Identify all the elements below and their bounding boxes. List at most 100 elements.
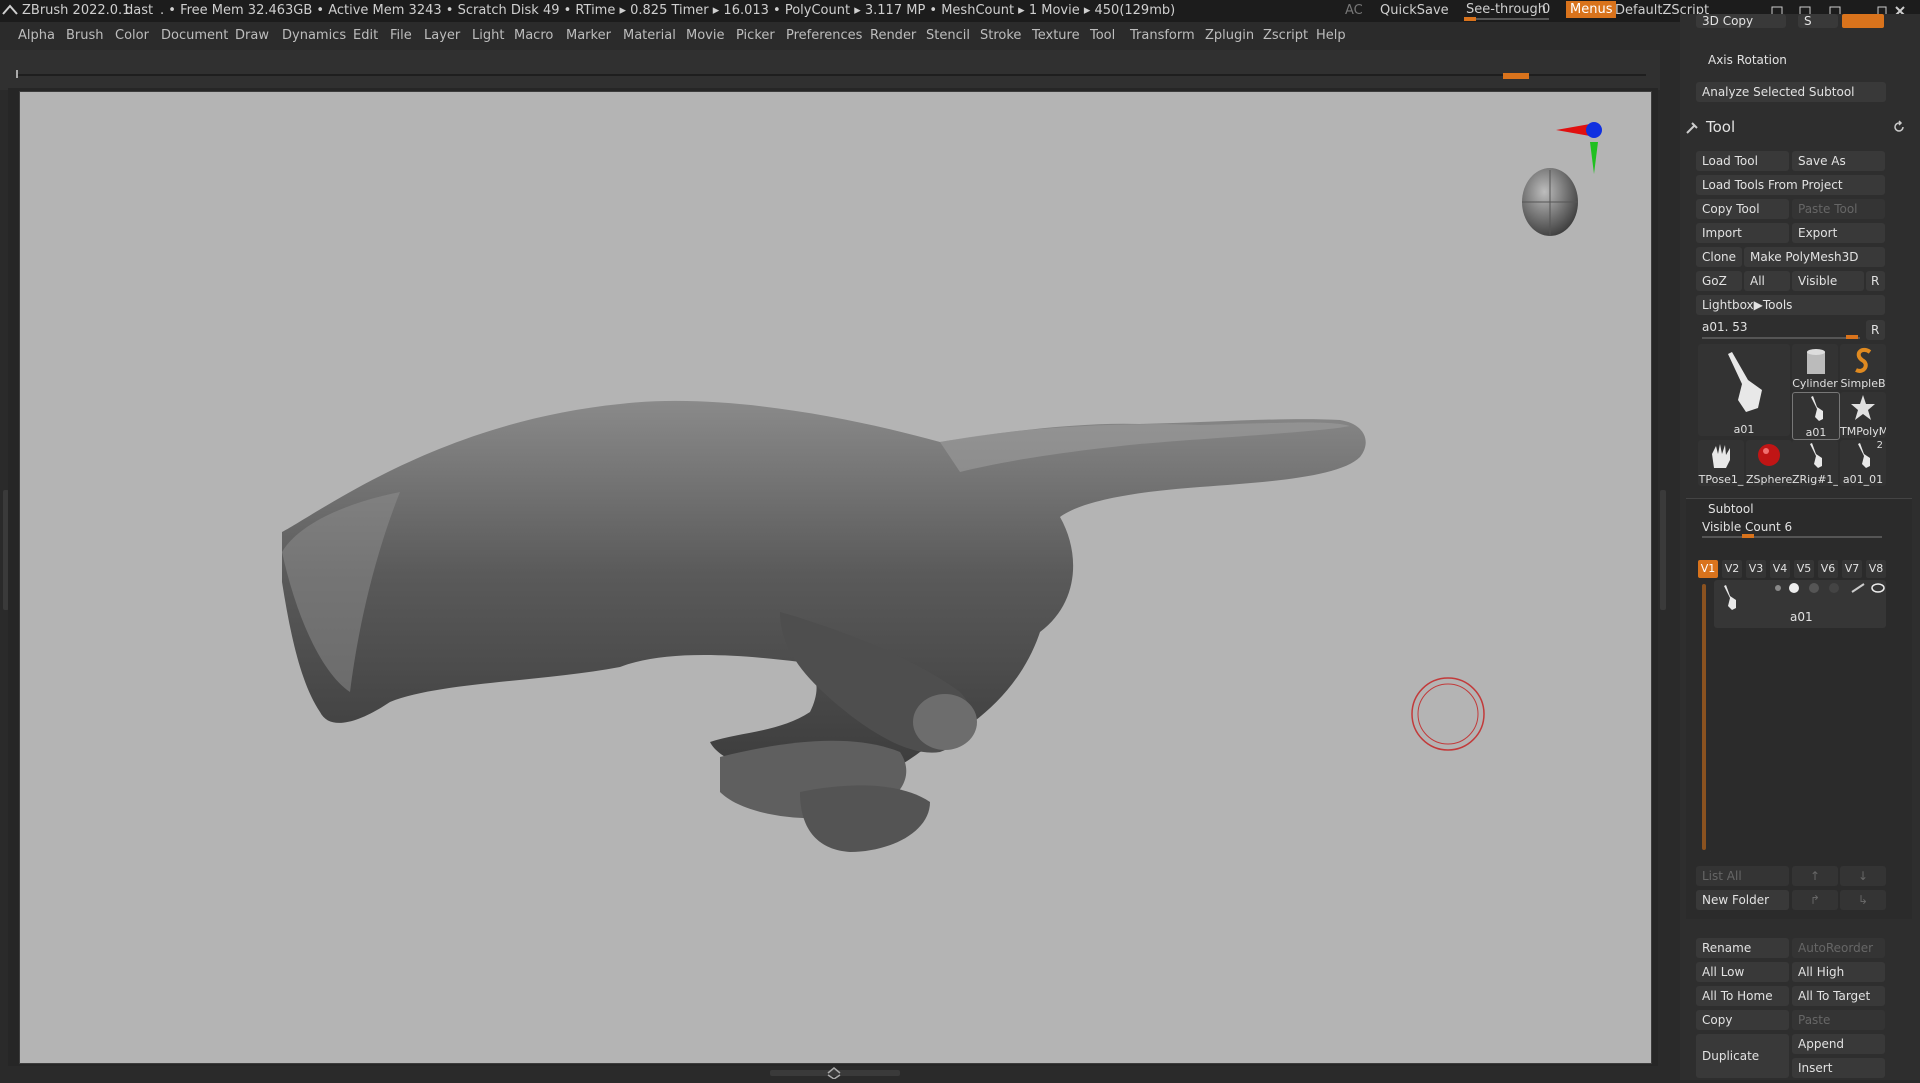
list-all-button[interactable]: List All [1696,866,1789,886]
subtool-toggle-icons[interactable] [1768,582,1886,594]
goz-r-button[interactable]: R [1866,271,1885,291]
clone-button[interactable]: Clone [1696,247,1742,267]
timeline-track[interactable] [16,74,1646,76]
tool-thumb-a01-small[interactable]: a01 [1792,392,1840,440]
menu-draw[interactable]: Draw [235,28,269,43]
vset-v8-button[interactable]: V8 [1866,560,1886,578]
autoreorder-button[interactable]: AutoReorder [1792,938,1885,958]
tool-thumb-zsphere[interactable]: ZSphere [1746,440,1792,486]
vset-v4-button[interactable]: V4 [1770,560,1790,578]
menu-stencil[interactable]: Stencil [926,28,970,43]
tool-thumb-a01-large[interactable]: a01 [1698,344,1790,436]
3d-copy-value[interactable]: S [1798,14,1838,28]
load-tool-button[interactable]: Load Tool [1696,151,1789,171]
save-as-button[interactable]: Save As [1792,151,1885,171]
menu-render[interactable]: Render [870,28,916,43]
menu-picker[interactable]: Picker [736,28,775,43]
all-to-target-button[interactable]: All To Target [1792,986,1885,1006]
all-high-button[interactable]: All High [1792,962,1885,982]
analyze-subtool-button[interactable]: Analyze Selected Subtool [1696,82,1886,102]
menu-marker[interactable]: Marker [566,28,611,43]
visible-count-slider[interactable]: Visible Count 6 [1696,518,1886,538]
vset-v6-button[interactable]: V6 [1818,560,1838,578]
menu-edit[interactable]: Edit [353,28,378,43]
menu-alpha[interactable]: Alpha [18,28,55,43]
subtool-list-scrollbar[interactable] [1702,584,1706,850]
see-through-slider[interactable]: See-through 0 [1462,0,1554,22]
tool-thumb-cylinder[interactable]: Cylinder [1792,344,1838,390]
reset-icon[interactable] [1892,120,1906,134]
document-canvas[interactable] [19,91,1652,1064]
chevron-up-down-icon[interactable] [824,1067,844,1080]
menu-material[interactable]: Material [623,28,676,43]
tool-header[interactable]: Tool [1680,114,1920,142]
menu-dynamics[interactable]: Dynamics [282,28,346,43]
goz-all-button[interactable]: All [1744,271,1790,291]
menu-transform[interactable]: Transform [1130,28,1195,43]
axis-rotation-label[interactable]: Axis Rotation [1708,53,1787,67]
goz-button[interactable]: GoZ [1696,271,1742,291]
timeline-marker-start [16,70,18,78]
menu-zplugin[interactable]: Zplugin [1205,28,1254,43]
folder-move-button[interactable]: ↱ [1792,890,1838,910]
goz-visible-button[interactable]: Visible [1792,271,1864,291]
folder-out-button[interactable]: ↳ [1840,890,1886,910]
subtool-title[interactable]: Subtool [1708,502,1754,516]
menu-movie[interactable]: Movie [686,28,724,43]
all-to-home-button[interactable]: All To Home [1696,986,1789,1006]
tool-slider-r-button[interactable]: R [1866,320,1885,340]
menu-texture[interactable]: Texture [1032,28,1080,43]
vset-v7-button[interactable]: V7 [1842,560,1862,578]
tool-thumb-badge: 2 [1876,440,1883,451]
timeline-marker[interactable] [1503,73,1529,79]
make-polymesh3d-button[interactable]: Make PolyMesh3D [1744,247,1885,267]
menu-preferences[interactable]: Preferences [786,28,862,43]
menu-help[interactable]: Help [1316,28,1346,43]
rename-button[interactable]: Rename [1696,938,1789,958]
vset-v1-button[interactable]: V1 [1698,560,1718,578]
menu-layer[interactable]: Layer [424,28,460,43]
menu-stroke[interactable]: Stroke [980,28,1021,43]
quicksave-button[interactable]: QuickSave [1380,3,1449,18]
menu-macro[interactable]: Macro [514,28,553,43]
menu-zscript[interactable]: Zscript [1263,28,1308,43]
paste-tool-button[interactable]: Paste Tool [1792,199,1885,219]
hand-model[interactable] [20,92,1651,1063]
subtool-list-item[interactable]: a01 [1714,580,1886,628]
vset-v5-button[interactable]: V5 [1794,560,1814,578]
tool-thumb-tpose[interactable]: TPose1_ [1698,440,1744,486]
tool-slider[interactable]: a01. 53 [1696,318,1861,340]
insert-button[interactable]: Insert [1792,1058,1885,1078]
append-button[interactable]: Append [1792,1034,1885,1054]
menu-tool[interactable]: Tool [1090,28,1115,43]
ac-label[interactable]: AC [1345,3,1363,18]
menu-color[interactable]: Color [115,28,149,43]
all-low-button[interactable]: All Low [1696,962,1789,982]
menu-brush[interactable]: Brush [66,28,104,43]
vset-v2-button[interactable]: V2 [1722,560,1742,578]
copy-button[interactable]: Copy [1696,1010,1789,1030]
new-folder-button[interactable]: New Folder [1696,890,1789,910]
right-tray-handle[interactable] [1660,490,1666,610]
menu-document[interactable]: Document [161,28,228,43]
move-up-button[interactable]: ↑ [1792,866,1838,886]
menu-light[interactable]: Light [472,28,504,43]
move-down-button[interactable]: ↓ [1840,866,1886,886]
import-button[interactable]: Import [1696,223,1789,243]
export-button[interactable]: Export [1792,223,1885,243]
3d-copy-button[interactable]: 3D Copy [1696,14,1786,28]
tool-thumb-tmpolymesh[interactable]: TMPolyM [1840,392,1886,438]
lightbox-tools-button[interactable]: Lightbox▶Tools [1696,295,1885,315]
tool-thumb-a01-01[interactable]: 2 a01_01 [1840,440,1886,486]
vset-v3-button[interactable]: V3 [1746,560,1766,578]
duplicate-button[interactable]: Duplicate [1696,1034,1789,1078]
load-tools-from-project-button[interactable]: Load Tools From Project [1696,175,1885,195]
menu-file[interactable]: File [390,28,412,43]
tool-thumb-zrig[interactable]: ZRig#1_ [1792,440,1838,486]
tool-thumb-simplebrush[interactable]: SimpleB [1840,344,1886,390]
head-navigation-icon[interactable] [1515,162,1585,242]
paste-button[interactable]: Paste [1792,1010,1885,1030]
menus-toggle[interactable]: Menus [1566,1,1617,18]
subtool-item-name: a01 [1790,610,1813,624]
copy-tool-button[interactable]: Copy Tool [1696,199,1789,219]
